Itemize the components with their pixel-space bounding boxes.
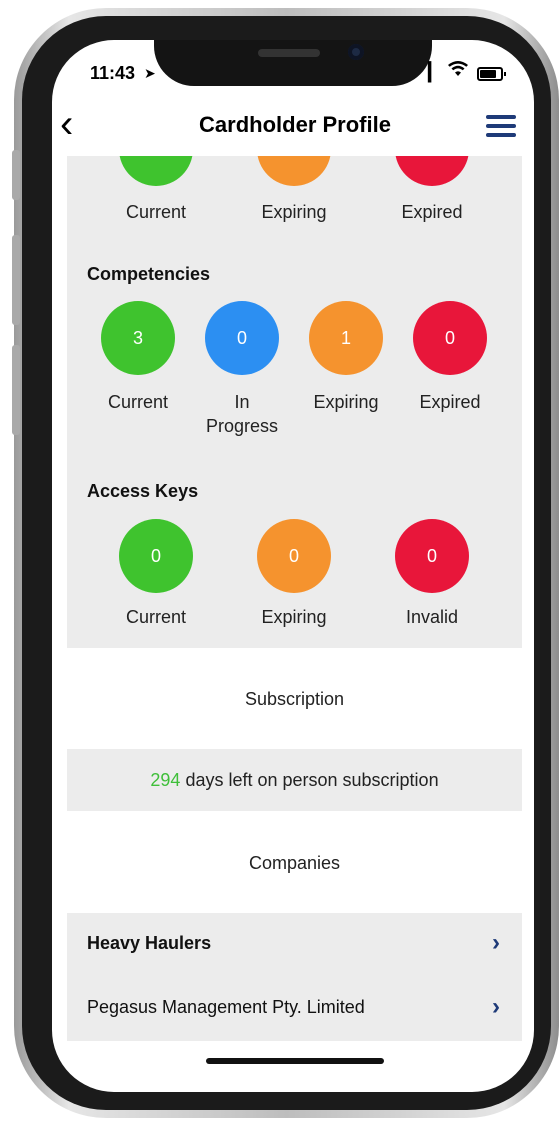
chevron-right-icon: › bbox=[492, 993, 500, 1020]
competency-expired-label: Expired bbox=[419, 392, 481, 412]
battery-icon bbox=[477, 67, 506, 81]
top-expired-circle[interactable]: 0 bbox=[395, 156, 469, 186]
access-key-expiring-circle[interactable]: 0 bbox=[257, 519, 331, 593]
stats-panel: 2 0 0 Current Expiring Expired Competenc… bbox=[67, 156, 522, 648]
status-time: 11:43 bbox=[90, 63, 136, 83]
location-arrow-icon: ➤ bbox=[144, 65, 156, 81]
subscription-text: days left on person subscription bbox=[185, 769, 439, 790]
front-camera bbox=[348, 44, 364, 60]
top-expired-label: Expired bbox=[401, 202, 463, 222]
subscription-heading: Subscription bbox=[244, 689, 345, 709]
competency-expiring-label: Expiring bbox=[313, 392, 379, 412]
wifi-icon bbox=[447, 60, 469, 83]
company-row-pegasus-management[interactable]: Pegasus Management Pty. Limited › bbox=[67, 977, 522, 1041]
subscription-status: 294 days left on person subscription bbox=[67, 749, 522, 811]
competency-current-circle[interactable]: 3 bbox=[101, 301, 175, 375]
competency-in-progress-label-line2: Progress bbox=[205, 416, 279, 436]
access-keys-heading: Access Keys bbox=[87, 481, 199, 501]
volume-up-button bbox=[12, 235, 20, 325]
cellular-signal-icon: ▎ bbox=[428, 62, 442, 82]
company-name: Pegasus Management Pty. Limited bbox=[87, 997, 365, 1017]
company-name: Heavy Haulers bbox=[87, 933, 212, 953]
top-current-label: Current bbox=[125, 202, 187, 222]
access-key-current-label: Current bbox=[125, 607, 187, 627]
competency-in-progress-label-line1: In bbox=[234, 392, 250, 412]
page-title: Cardholder Profile bbox=[199, 112, 391, 137]
competencies-heading: Competencies bbox=[87, 264, 211, 284]
volume-down-button bbox=[12, 345, 20, 435]
access-key-current-circle[interactable]: 0 bbox=[119, 519, 193, 593]
hamburger-menu-icon[interactable] bbox=[486, 115, 516, 137]
competency-expired-circle[interactable]: 0 bbox=[413, 301, 487, 375]
top-expiring-label: Expiring bbox=[261, 202, 327, 222]
competency-in-progress-circle[interactable]: 0 bbox=[205, 301, 279, 375]
chevron-right-icon: › bbox=[492, 929, 500, 956]
home-indicator[interactable] bbox=[206, 1058, 384, 1064]
access-key-expiring-label: Expiring bbox=[261, 607, 327, 627]
access-key-invalid-circle[interactable]: 0 bbox=[395, 519, 469, 593]
companies-list: Heavy Haulers › Pegasus Management Pty. … bbox=[67, 913, 522, 1041]
notch bbox=[154, 40, 432, 86]
companies-heading: Companies bbox=[248, 853, 341, 873]
competency-expiring-circle[interactable]: 1 bbox=[309, 301, 383, 375]
company-row-heavy-haulers[interactable]: Heavy Haulers › bbox=[67, 913, 522, 977]
subscription-days-left: 294 bbox=[150, 769, 181, 790]
access-key-invalid-label: Invalid bbox=[405, 607, 459, 627]
top-expiring-circle[interactable]: 0 bbox=[257, 156, 331, 186]
top-current-circle[interactable]: 2 bbox=[119, 156, 193, 186]
silent-switch bbox=[12, 150, 20, 200]
competency-current-label: Current bbox=[107, 392, 169, 412]
speaker-grille bbox=[258, 49, 320, 57]
